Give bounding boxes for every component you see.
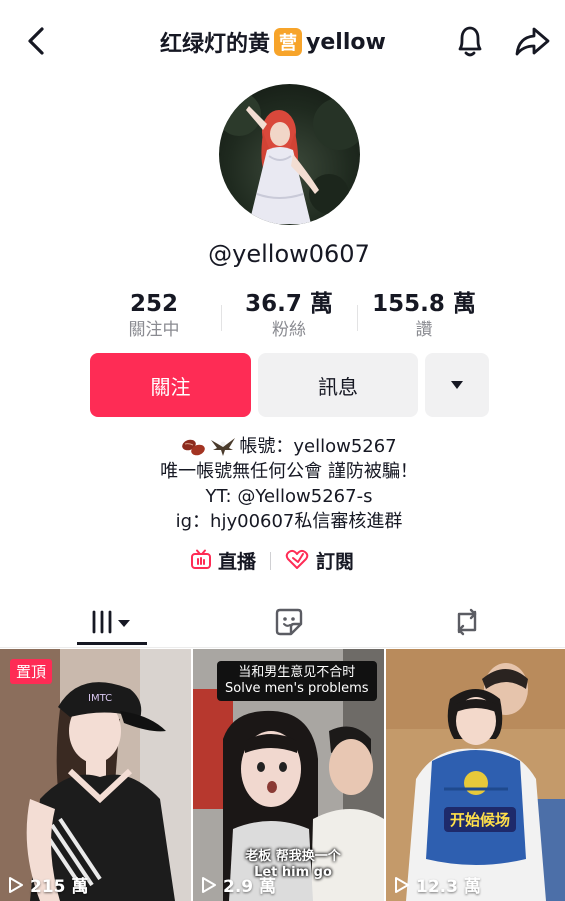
title-suffix: yellow [306,29,386,55]
video-2-caption: 当和男生意见不合时 Solve men's problems [217,661,377,701]
share-button[interactable] [512,22,552,60]
video-1-views: 215 萬 [8,872,88,897]
active-tab-underline [77,642,147,645]
avatar[interactable] [219,84,360,225]
stat-following-value: 252 [129,291,178,317]
video-3-image [386,649,565,901]
caret-down-icon [451,381,463,389]
subscribe-icon [285,549,309,569]
bio-line-1: 帳號：yellow5267 [0,434,565,459]
video-1-views-text: 215 萬 [30,877,89,897]
favorites-icon [275,608,303,636]
more-options-button[interactable] [425,353,489,417]
video-3-caption: 开始候场 [444,807,517,832]
tab-videos[interactable] [77,600,147,644]
bio: 帳號：yellow5267 唯一帳號無任何公會 謹防被騙！ YT: @Yello… [0,434,565,534]
subscribe-label: 訂閱 [316,550,355,573]
video-3-views: 12.3 萬 [394,872,481,897]
stat-following-label: 關注中 [128,320,180,340]
play-icon [202,876,216,893]
stat-divider [221,305,222,331]
beans-emoji-icon [182,439,206,455]
back-button[interactable] [22,24,50,58]
repost-icon [457,608,477,636]
play-icon [395,876,409,893]
bio-line-2: 唯一帳號無任何公會 謹防被騙！ [160,461,418,482]
video-2-views-text: 2.9 萬 [223,877,277,897]
play-icon [9,876,23,893]
message-button[interactable]: 訊息 [258,353,418,417]
title-badge: 营 [274,28,303,56]
follow-button[interactable]: 關注 [90,353,251,417]
video-3-views-text: 12.3 萬 [416,877,481,897]
title-text: 红绿灯的黄 [160,32,271,57]
stat-divider [357,305,358,331]
profile-title: 红绿灯的黄 营 yellow [160,26,386,58]
eagle-emoji-icon [211,437,236,456]
avatar-photo [219,92,360,224]
video-1-image: IMTC [0,649,191,901]
share-icon [515,27,550,56]
tab-favorites[interactable] [262,600,316,644]
grid-icon [92,610,130,634]
video-thumbnail-2[interactable]: 当和男生意见不合时 Solve men's problems 老板 帮我换一个 … [193,649,384,901]
pinned-badge: 置頂 [10,659,53,684]
bio-line-4: ig：hjy00607私信審核進群 [175,511,403,532]
live-label: 直播 [218,550,257,573]
tab-reposts[interactable] [440,600,494,644]
stat-followers-label: 粉絲 [272,320,306,340]
video-2-caption-line-2: Solve men's problems [225,681,369,696]
tabs-border [0,647,565,648]
bio-account-text: 帳號：yellow5267 [239,436,397,457]
back-arrow-icon [28,27,44,55]
video-2-caption-line-1: 当和男生意见不合时 [238,665,356,680]
video-thumbnail-1[interactable]: IMTC 置頂 215 萬 [0,649,191,901]
stat-followers[interactable]: 36.7 萬 粉絲 [234,290,344,342]
live-link[interactable]: 直播 [190,546,256,574]
top-bar: 红绿灯的黄 营 yellow [0,0,565,82]
stat-following[interactable]: 252 關注中 [104,290,204,342]
video-thumbnail-3[interactable]: 开始候场 12.3 萬 [386,649,565,901]
stat-likes-value: 155.8 萬 [372,291,476,317]
notification-button[interactable] [452,22,488,60]
video-2-views: 2.9 萬 [201,872,276,897]
link-divider [270,552,271,570]
video-2-subtitle-line-1: 老板 帮我换一个 [245,849,341,864]
bio-line-3: YT: @Yellow5267-s [205,486,373,507]
stat-likes-label: 讚 [415,320,433,340]
username: @yellow0607 [208,240,370,268]
stat-followers-value: 36.7 萬 [245,291,333,317]
subscribe-link[interactable]: 訂閱 [284,546,354,574]
bell-icon [458,26,482,57]
svg-text:IMTC: IMTC [88,693,112,704]
live-tv-icon [191,549,211,569]
stat-likes[interactable]: 155.8 萬 讚 [368,290,480,342]
